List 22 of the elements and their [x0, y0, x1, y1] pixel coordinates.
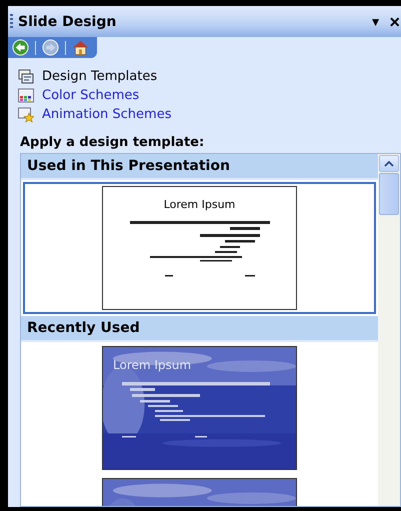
grip-icon — [10, 14, 13, 30]
task-link[interactable]: Animation Schemes — [42, 107, 172, 122]
scrollbar[interactable] — [378, 154, 400, 506]
pane-title: Slide Design — [18, 14, 118, 30]
group-header: Recently Used — [21, 316, 378, 342]
star-slide-icon — [18, 106, 34, 122]
slide-title: Lorem Ipsum — [164, 198, 236, 211]
scroll-up-button[interactable] — [379, 155, 399, 172]
task-label[interactable]: Design Templates — [42, 69, 158, 84]
template-thumbnail[interactable]: Lorem Ipsum — [23, 182, 376, 314]
close-button[interactable]: × — [389, 12, 400, 30]
task-link[interactable]: Color Schemes — [42, 88, 140, 103]
color-grid-icon — [18, 88, 34, 104]
back-icon[interactable] — [12, 39, 29, 56]
chevron-up-icon — [384, 160, 394, 166]
group-header: Used in This Presentation — [21, 154, 378, 180]
slide-title: Lorem Ipsum — [113, 358, 192, 372]
menu-button[interactable]: ▼ — [370, 14, 382, 28]
slides-icon — [18, 68, 34, 84]
home-icon[interactable] — [72, 39, 89, 56]
section-label: Apply a design template: — [20, 135, 206, 150]
scroll-thumb[interactable] — [379, 173, 399, 215]
